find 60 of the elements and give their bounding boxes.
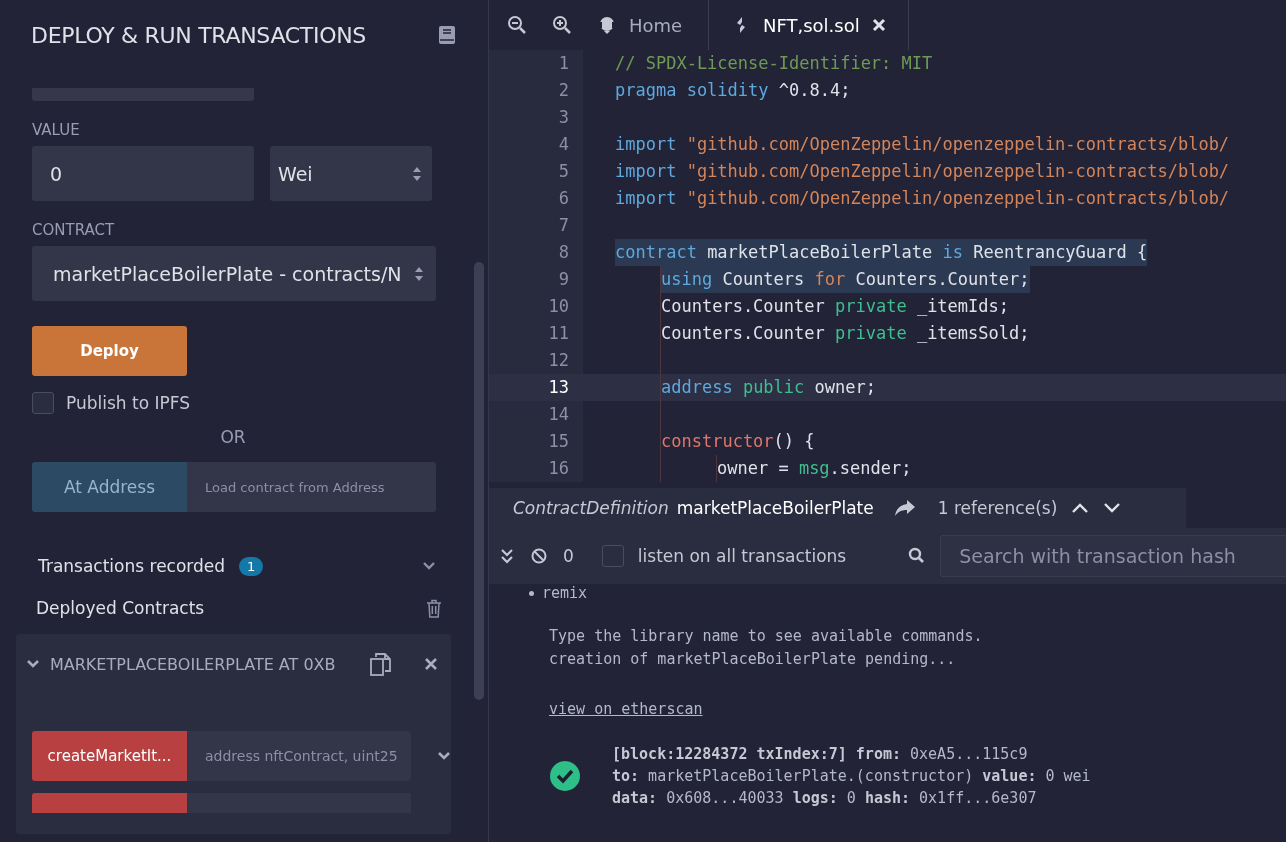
code-line: 14 xyxy=(489,401,1286,428)
trash-icon[interactable] xyxy=(426,598,442,618)
definition-name: marketPlaceBoilerPlate xyxy=(676,498,874,518)
bullet-icon xyxy=(529,590,534,596)
unit-select[interactable]: Wei xyxy=(270,146,432,201)
code-line: 12 xyxy=(489,347,1286,374)
chevron-up-icon[interactable] xyxy=(1071,502,1090,514)
definition-kind: ContractDefinition xyxy=(513,498,669,518)
code-line: 11 Counters.Counter private _itemsSold; xyxy=(489,320,1286,347)
chevron-down-icon[interactable] xyxy=(437,751,451,761)
code-line: 9 using Counters for Counters.Counter; xyxy=(489,266,1286,293)
clear-icon[interactable] xyxy=(531,547,547,565)
zoom-in-icon[interactable] xyxy=(552,15,572,35)
contract-label: CONTRACT xyxy=(32,221,116,239)
etherscan-link[interactable]: view on etherscan xyxy=(549,700,703,718)
contract-title: MARKETPLACEBOILERPLATE AT 0XB xyxy=(50,654,337,674)
address-field[interactable]: Load contract from Address xyxy=(187,462,436,512)
code-line: 16 owner = msg.sender; xyxy=(489,455,1286,482)
code-line: 7 xyxy=(489,212,1286,239)
value-label: VALUE xyxy=(32,121,81,139)
scrollbar[interactable] xyxy=(474,262,484,700)
code-line: 15 constructor() { xyxy=(489,428,1286,455)
transaction-details: [block:12284372 txIndex:7] from: 0xeA5...115c9 to: marketPlaceBoilerPlate.(constructor) value: 0 wei data: 0x608...40033 logs: 0 hash: 0x1ff...6e307 xyxy=(612,744,1091,809)
contract-select[interactable]: marketPlaceBoilerPlate - contracts/N xyxy=(32,246,436,301)
terminal-text: creation of marketPlaceBoilerPlate pending... xyxy=(548,649,957,670)
copy-icon[interactable] xyxy=(369,652,391,676)
checkbox[interactable] xyxy=(601,545,624,567)
checkbox-label: Publish to IPFS xyxy=(66,393,190,413)
code-line: 5 import "github.com/OpenZeppelin/openzeppelin-contracts/blob/ xyxy=(489,158,1286,185)
value-field[interactable]: 0 xyxy=(32,146,254,201)
pending-count: 0 xyxy=(563,546,574,566)
code-line: 3 xyxy=(489,104,1286,131)
zoom-out-icon[interactable] xyxy=(507,15,527,35)
double-chevron-down-icon[interactable] xyxy=(499,547,515,565)
code-line: 4 import "github.com/OpenZeppelin/openzeppelin-contracts/blob/ xyxy=(489,131,1286,158)
panel-title: DEPLOY & RUN TRANSACTIONS xyxy=(31,22,366,48)
reference-count: 1 reference(s) xyxy=(937,498,1058,518)
arguments-field[interactable]: address nftContract, uint25 xyxy=(187,731,411,781)
section-title: Transactions recorded xyxy=(38,556,226,576)
code-line: 10 Counters.Counter private _itemIds; xyxy=(489,293,1286,320)
count-badge: 1 xyxy=(239,556,264,576)
checkbox-label: listen on all transactions xyxy=(637,546,847,566)
terminal-text: Type the library name to see available commands. xyxy=(548,626,984,647)
terminal-text: remix xyxy=(542,584,588,602)
headset-icon xyxy=(597,15,617,35)
or-label: OR xyxy=(220,427,246,447)
close-icon[interactable] xyxy=(425,658,437,670)
book-icon[interactable] xyxy=(438,25,456,45)
share-arrow-icon[interactable] xyxy=(893,499,916,517)
checkbox[interactable] xyxy=(32,392,54,414)
chevron-down-icon[interactable] xyxy=(422,561,436,571)
code-line: 1 // SPDX-License-Identifier: MIT xyxy=(489,50,1286,77)
search-icon[interactable] xyxy=(908,547,925,565)
code-line: 2 pragma solidity ^0.8.4; xyxy=(489,77,1286,104)
at-address-button[interactable]: At Address xyxy=(32,462,187,512)
code-line: 6 import "github.com/OpenZeppelin/openzeppelin-contracts/blob/ xyxy=(489,185,1286,212)
function-button[interactable]: createMarketIt... xyxy=(32,731,187,781)
search-field[interactable]: Search with transaction hash xyxy=(940,535,1286,577)
section-title: Deployed Contracts xyxy=(36,598,205,618)
chevron-down-icon[interactable] xyxy=(26,659,40,669)
